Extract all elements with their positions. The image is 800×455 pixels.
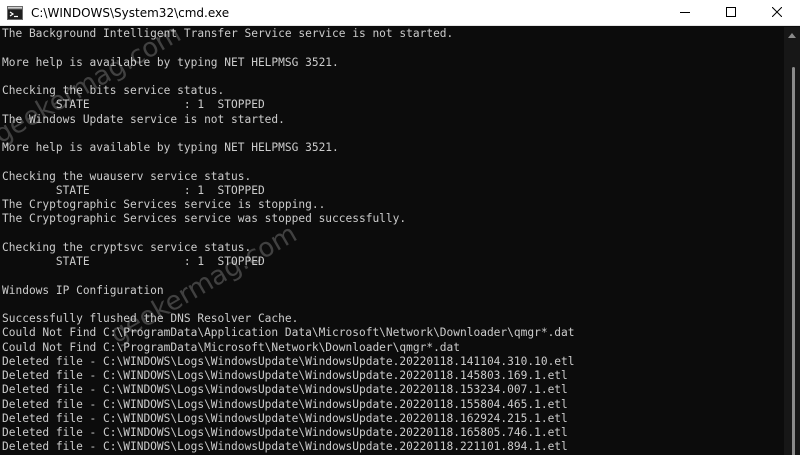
window-controls bbox=[662, 0, 800, 26]
console-line: Checking the bits service status. bbox=[2, 84, 225, 97]
console-line: Checking the wuauserv service status. bbox=[2, 169, 252, 183]
console-line: Windows IP Configuration bbox=[2, 283, 164, 297]
window-title: C:\WINDOWS\System32\cmd.exe bbox=[31, 5, 230, 20]
console-line: The Cryptographic Services service was s… bbox=[2, 212, 407, 226]
console-lines: The Background Intelligent Transfer Serv… bbox=[0, 27, 784, 455]
close-icon bbox=[771, 4, 783, 22]
cmd-icon[interactable] bbox=[7, 5, 23, 21]
minimize-button[interactable] bbox=[662, 0, 708, 26]
console-line: Deleted file - C:\WINDOWS\Logs\WindowsUp… bbox=[2, 411, 568, 425]
console-line: STATE : 1 STOPPED bbox=[2, 98, 265, 112]
vertical-scrollbar[interactable] bbox=[784, 27, 800, 455]
console-line: Deleted file - C:\WINDOWS\Logs\WindowsUp… bbox=[2, 383, 568, 397]
maximize-button[interactable] bbox=[708, 0, 754, 26]
close-button[interactable] bbox=[754, 0, 800, 26]
console-line: STATE : 1 STOPPED bbox=[2, 183, 265, 197]
console-line: The Cryptographic Services service is st… bbox=[2, 198, 326, 211]
console-line: Checking the cryptsvc service status. bbox=[2, 240, 252, 254]
console-line: More help is available by typing NET HEL… bbox=[2, 141, 339, 154]
console-line: The Windows Update service is not starte… bbox=[2, 112, 285, 126]
title-bar[interactable]: C:\WINDOWS\System32\cmd.exe bbox=[0, 0, 800, 26]
console-line: Deleted file - C:\WINDOWS\Logs\WindowsUp… bbox=[2, 354, 575, 368]
console-line: The Background Intelligent Transfer Serv… bbox=[2, 27, 454, 40]
minimize-icon bbox=[680, 4, 690, 22]
cmd-window: C:\WINDOWS\System32\cmd.exe The Backgrou… bbox=[0, 0, 800, 455]
scroll-thumb[interactable] bbox=[792, 67, 795, 455]
maximize-icon bbox=[726, 4, 736, 22]
console-line: Deleted file - C:\WINDOWS\Logs\WindowsUp… bbox=[2, 369, 568, 382]
console-line: Deleted file - C:\WINDOWS\Logs\WindowsUp… bbox=[2, 397, 568, 411]
console-line: STATE : 1 STOPPED bbox=[2, 255, 265, 268]
console-line: Deleted file - C:\WINDOWS\Logs\WindowsUp… bbox=[2, 440, 568, 454]
console-output[interactable]: The Background Intelligent Transfer Serv… bbox=[0, 27, 784, 455]
scroll-up-arrow-icon[interactable] bbox=[788, 33, 796, 38]
console-line: Deleted file - C:\WINDOWS\Logs\WindowsUp… bbox=[2, 426, 568, 439]
